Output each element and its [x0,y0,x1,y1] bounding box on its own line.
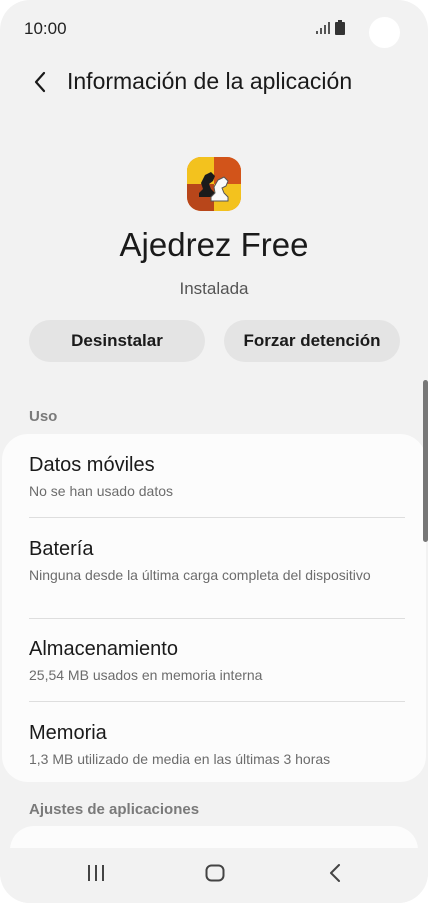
section-label-app-settings: Ajustes de aplicaciones [29,801,200,818]
item-subtitle: 1,3 MB utilizado de media en las últimas… [29,751,331,767]
chevron-left-icon [34,71,46,93]
phone-screen: 10:00 Información de la aplicación Ajedr… [0,0,428,903]
item-subtitle: Ninguna desde la última carga completa d… [29,567,371,583]
signal-icon [316,22,330,34]
item-subtitle: 25,54 MB usados en memoria interna [29,667,263,683]
status-bar: 10:00 [0,0,428,58]
navigation-bar [0,848,428,903]
item-title: Datos móviles [29,454,155,476]
back-icon[interactable] [328,864,342,882]
app-name: Ajedrez Free [119,226,309,263]
item-subtitle: No se han usado datos [29,483,173,499]
chess-knight-icon [187,157,241,211]
battery-icon [335,20,345,35]
recents-icon[interactable] [86,864,106,882]
back-button[interactable] [24,66,56,98]
divider [29,701,405,702]
home-icon[interactable] [205,864,225,882]
item-title: Batería [29,538,94,560]
section-label-usage: Uso [29,408,58,425]
uninstall-button[interactable]: Desinstalar [29,320,205,362]
list-item-mobile-data[interactable]: Datos móviles No se han usado datos [29,454,405,500]
divider [29,517,405,518]
usage-card: Datos móviles No se han usado datos Bate… [2,434,426,782]
camera-cutout [369,17,400,48]
app-header: Información de la aplicación [0,58,428,106]
item-title: Memoria [29,722,107,744]
app-icon [187,157,241,211]
list-item-battery[interactable]: Batería Ninguna desde la última carga co… [29,538,405,584]
divider [29,618,405,619]
item-title: Almacenamiento [29,638,178,660]
install-status: Instalada [179,279,249,298]
list-item-storage[interactable]: Almacenamiento 25,54 MB usados en memori… [29,638,405,684]
status-time: 10:00 [24,19,67,38]
force-stop-button[interactable]: Forzar detención [224,320,400,362]
list-item-memory[interactable]: Memoria 1,3 MB utilizado de media en las… [29,722,405,768]
page-title: Información de la aplicación [67,68,353,94]
scrollbar-thumb[interactable] [423,380,428,542]
